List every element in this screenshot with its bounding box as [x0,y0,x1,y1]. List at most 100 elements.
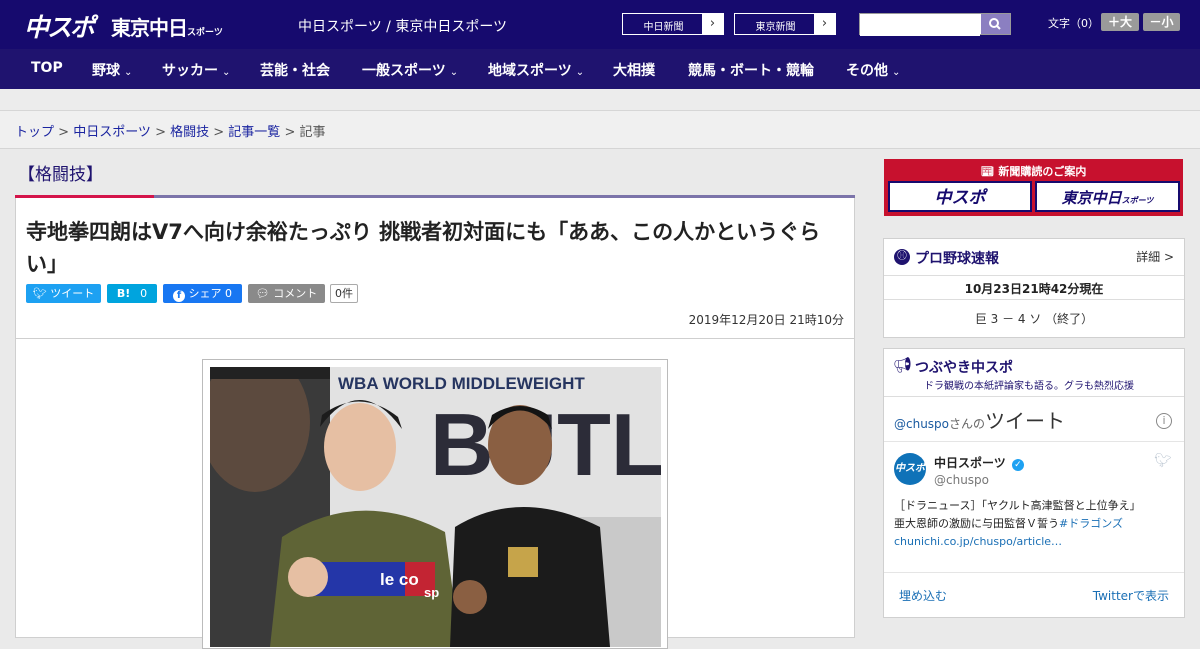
info-icon[interactable]: i [1156,413,1172,429]
nav-item-entertainment[interactable]: 芸能・社会 [260,60,330,80]
text-size-decrease-button[interactable]: －小 [1143,13,1180,31]
nav-item-local-sports[interactable]: 地域スポーツ ⌄ [488,60,584,80]
tokyo-chunichi-logo[interactable]: 東京中日スポーツ [111,12,223,41]
breadcrumb-martial-arts[interactable]: 格闘技 [170,125,209,140]
breadcrumb-article-list[interactable]: 記事一覧 [228,125,280,140]
chunichi-shimbun-link[interactable]: 中日新聞 › [622,13,724,35]
tweet-link[interactable]: chunichi.co.jp/chuspo/article… [894,533,1179,551]
breadcrumb-current: 記事 [299,125,326,140]
baseball-icon: ⚾︎ [894,249,910,265]
subscription-banner-title-row: 📰︎ 新聞購読のご案内 [884,163,1183,179]
panel-divider [884,299,1184,300]
tweet-button[interactable]: 🐦︎ ツイート [26,284,101,303]
facebook-icon: f [173,290,185,302]
twitter-bird-icon[interactable]: 🐦︎ [1154,453,1172,469]
nav-label: サッカー [162,63,218,79]
megaphone-icon: 📢︎ [893,356,913,374]
twitter-handle-suffix: さんの [949,417,986,431]
site-header: 中スポ 東京中日スポーツ 中日スポーツ / 東京中日スポーツ 中日新聞 › 東京… [0,0,1200,49]
view-on-twitter-link[interactable]: Twitterで表示 [1093,587,1169,604]
panel-divider [884,572,1184,573]
twitter-bird-icon: 🐦︎ [32,287,47,300]
search-input[interactable] [860,16,980,36]
search-icon [989,18,1001,30]
chevron-right-icon: › [702,14,723,34]
hatena-bookmark-button[interactable]: B! 0 [107,284,157,303]
nav-item-baseball[interactable]: 野球 ⌄ [92,60,132,80]
twitter-timeline-title: ツイート [985,409,1066,433]
nav-item-racing[interactable]: 競馬・ボート・競輪 [688,60,814,80]
subscribe-tokyo-chunichi-text: 東京中日 [1061,189,1122,207]
subscription-title: 新聞購読のご案内 [998,165,1087,178]
panel-divider [884,275,1184,276]
nav-label: 野球 [92,63,120,79]
comment-count: 0件 [330,284,358,303]
article-divider [16,338,854,339]
tweet-text-line-2: 亜大恩師の激励に与田監督Ｖ誓う#ドラゴンズ [894,515,1179,533]
article-photo-frame: WBA WORLD MIDDLEWEIGHT BUTL le co sp [202,359,668,649]
twitter-timeline-header: @chuspoさんのツイート [894,405,1065,434]
nav-label: 大相撲 [613,63,655,79]
breadcrumb-top[interactable]: トップ [15,125,54,140]
chevron-down-icon: ⌄ [222,67,231,78]
backdrop-text: WBA WORLD MIDDLEWEIGHT [338,374,585,393]
tweet-account-name[interactable]: 中日スポーツ ✓ [934,454,1024,471]
baseball-updated-time: 10月23日21時42分現在 [964,282,1104,296]
tweet-avatar[interactable]: 中スポ [894,453,926,485]
nav-item-soccer[interactable]: サッカー ⌄ [162,60,230,80]
nav-item-top[interactable]: TOP [31,60,63,76]
baseball-score[interactable]: 巨 3 － 4 ソ （終了） [884,310,1184,327]
nav-item-general-sports[interactable]: 一般スポーツ ⌄ [362,60,458,80]
subscription-banner[interactable]: 📰︎ 新聞購読のご案内 中スポ 東京中日スポーツ [884,159,1183,216]
verified-badge-icon: ✓ [1011,459,1024,471]
search-box [859,13,1011,36]
search-button[interactable] [981,14,1010,34]
category-title: 【格闘技】 [18,165,103,185]
facebook-share-count: 0 [225,287,232,300]
tokyo-shimbun-link[interactable]: 東京新聞 › [734,13,836,35]
tweet-body: ［ドラニュース］「ヤクルト高津監督と上位争え」 亜大恩師の激励に与田監督Ｖ誓う#… [894,497,1179,551]
chuspo-logo[interactable]: 中スポ [24,8,95,44]
hatena-icon: B! [116,287,131,300]
hatena-count: 0 [140,287,148,300]
breadcrumb-chuspo[interactable]: 中日スポーツ [73,125,151,140]
article-card: 寺地拳四朗はV7へ向け余裕たっぷり 挑戦者初対面にも「ああ、この人かというぐらい… [15,198,855,649]
main-nav: TOP 野球 ⌄ サッカー ⌄ 芸能・社会 一般スポーツ ⌄ 地域スポーツ ⌄ 大相撲 … [0,49,1200,89]
subscribe-tokyo-chunichi-logo[interactable]: 東京中日スポーツ [1035,181,1180,212]
article-photo[interactable]: WBA WORLD MIDDLEWEIGHT BUTL le co sp [210,367,661,647]
tweet-account-name-text: 中日スポーツ [934,456,1006,470]
nav-label: 競馬・ボート・競輪 [688,63,814,79]
breadcrumb: トップ > 中日スポーツ > 格闘技 > 記事一覧 > 記事 [0,111,1200,149]
tweet-text-line-1: ［ドラニュース］「ヤクルト高津監督と上位争え」 [894,499,1141,512]
facebook-share-button[interactable]: f シェア 0 [163,284,242,303]
tweet-hashtag[interactable]: #ドラゴンズ [1059,517,1123,530]
facebook-share-label: シェア [188,287,222,300]
twitter-handle-link[interactable]: @chuspo [894,417,949,431]
nav-item-other[interactable]: その他 ⌄ [846,60,900,80]
nav-sub-strip [0,89,1200,111]
tweet-account-handle[interactable]: @chuspo [934,473,989,487]
breadcrumb-separator: > [284,125,300,140]
embed-link[interactable]: 埋め込む [899,587,947,604]
panel-divider [884,396,1184,397]
subscribe-chuspo-logo[interactable]: 中スポ [888,181,1032,212]
baseball-score-panel: ⚾︎ プロ野球速報 詳細 > 10月23日21時42分現在 巨 3 － 4 ソ … [883,238,1185,338]
panel-divider [884,441,1184,442]
boxers-photo-illustration: WBA WORLD MIDDLEWEIGHT BUTL le co sp [210,367,661,647]
nav-label: 芸能・社会 [260,63,330,79]
site-name: 中日スポーツ / 東京中日スポーツ [298,19,508,35]
baseball-detail-link[interactable]: 詳細 > [1136,248,1174,265]
chevron-down-icon: ⌄ [892,67,901,78]
text-size-label: 文字（0） [1048,17,1099,30]
comment-button[interactable]: 💬︎ コメント [248,284,325,303]
nav-item-sumo[interactable]: 大相撲 [613,60,655,80]
article-date: 2019年12月20日 21時10分 [688,313,844,327]
chevron-down-icon: ⌄ [124,67,133,78]
nav-label: TOP [31,60,63,76]
breadcrumb-separator: > [155,125,171,140]
tokyo-chunichi-logo-text: 東京中日 [111,16,188,40]
text-size-increase-button[interactable]: ＋大 [1101,13,1139,31]
chevron-right-icon: › [814,14,835,34]
baseball-panel-title: プロ野球速報 [915,251,999,267]
chevron-down-icon: ⌄ [449,67,459,78]
